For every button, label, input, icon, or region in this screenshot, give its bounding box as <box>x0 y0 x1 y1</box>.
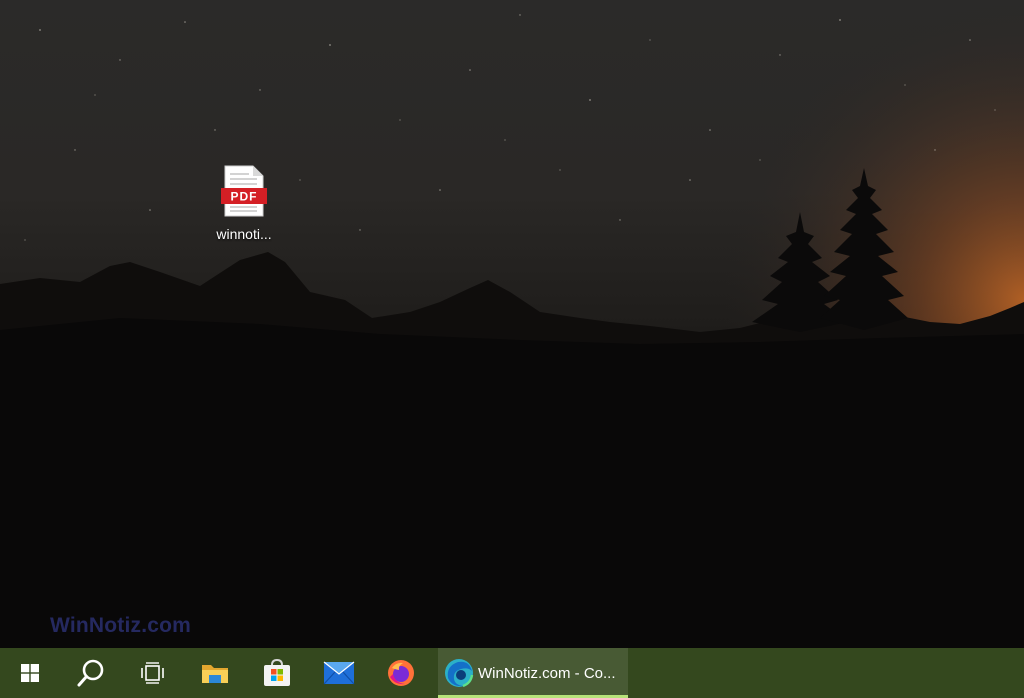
edge-icon <box>445 659 474 688</box>
desktop-icon-pdf[interactable]: PDF winnoti... <box>204 164 284 242</box>
pdf-badge-text: PDF <box>231 190 258 204</box>
mail-icon <box>323 661 355 685</box>
desktop-icon-label: winnoti... <box>216 226 272 242</box>
watermark: WinNotiz.com <box>50 614 192 637</box>
search-button[interactable] <box>60 648 122 698</box>
taskbar-window-title: WinNotiz.com - Co... <box>478 664 616 682</box>
task-view-button[interactable] <box>122 648 184 698</box>
pdf-file-icon: PDF <box>221 165 267 217</box>
taskbar: WinNotiz.com - Co... <box>0 648 1024 698</box>
wallpaper <box>0 0 1024 648</box>
mail-button[interactable] <box>308 648 370 698</box>
search-icon <box>77 659 104 687</box>
file-explorer-button[interactable] <box>184 648 246 698</box>
windows-logo-icon <box>21 664 39 682</box>
task-view-icon <box>141 662 164 684</box>
microsoft-store-button[interactable] <box>246 648 308 698</box>
firefox-icon <box>388 660 414 686</box>
store-icon <box>264 659 290 686</box>
start-button[interactable] <box>0 648 60 698</box>
firefox-button[interactable] <box>370 648 432 698</box>
desktop[interactable]: PDF winnoti... WinNotiz.com <box>0 0 1024 648</box>
taskbar-edge-window[interactable]: WinNotiz.com - Co... <box>438 648 628 698</box>
folder-icon <box>202 665 228 683</box>
